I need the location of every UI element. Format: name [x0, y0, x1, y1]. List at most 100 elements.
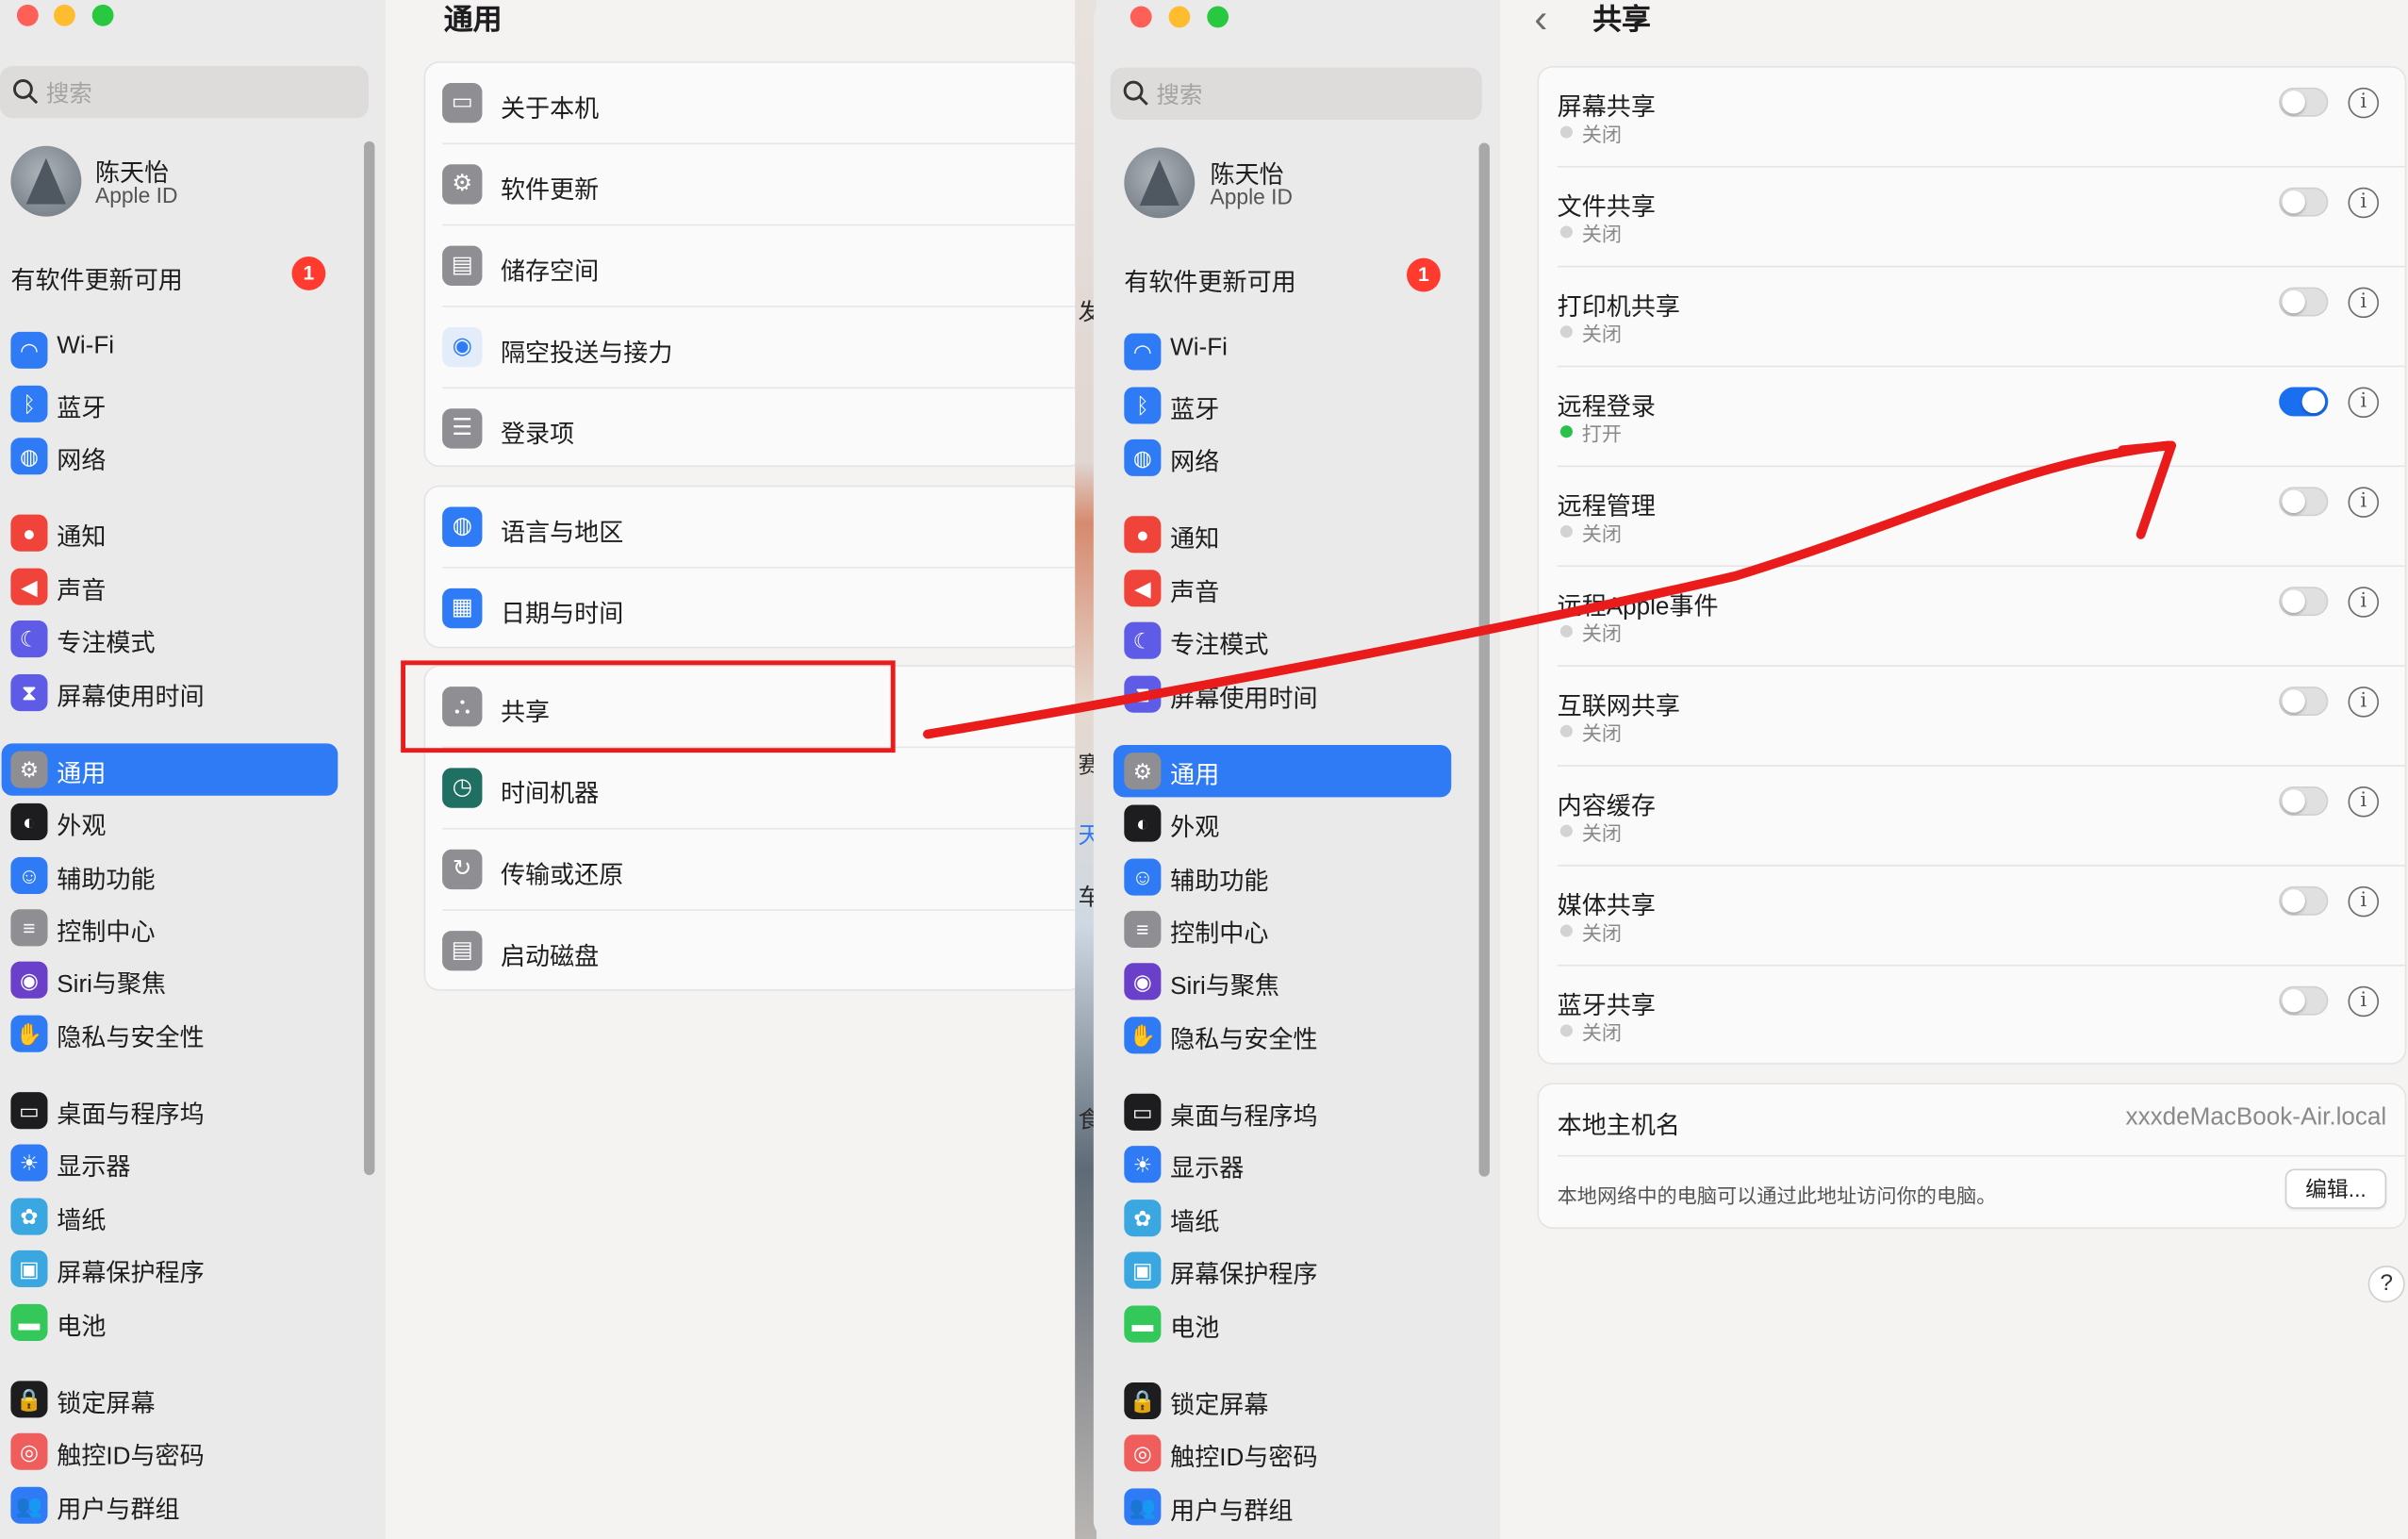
general-item-储存空间[interactable]: ▤ 储存空间 [425, 225, 1083, 307]
sidebar-item-锁定屏幕[interactable]: 🔒 锁定屏幕 [0, 1373, 386, 1425]
service-status: 打开 [1581, 422, 1623, 446]
service-toggle[interactable] [2279, 87, 2329, 117]
sidebar-item-声音[interactable]: ◀ 声音 [1094, 562, 1501, 614]
sidebar-item-外观[interactable]: ◐ 外观 [1094, 797, 1501, 849]
sidebar-item-用户与群组[interactable]: 👥 用户与群组 [1094, 1481, 1501, 1532]
service-toggle[interactable] [2279, 786, 2329, 816]
help-button[interactable]: ? [2367, 1266, 2405, 1303]
service-toggle[interactable] [2279, 885, 2329, 916]
sidebar-item-辅助功能[interactable]: ☺ 辅助功能 [1094, 851, 1501, 902]
info-icon[interactable]: i [2348, 387, 2380, 419]
zoom-button[interactable] [1207, 6, 1229, 28]
minimize-button[interactable] [54, 4, 75, 26]
sidebar-item-桌面与程序坞[interactable]: ▭ 桌面与程序坞 [1094, 1086, 1501, 1138]
service-toggle[interactable] [2279, 985, 2329, 1016]
sidebar-item-屏幕使用时间[interactable]: ⧗ 屏幕使用时间 [0, 667, 386, 719]
sidebar-item-wi-fi[interactable]: ◠ Wi-Fi [0, 324, 386, 376]
sidebar-item-显示器[interactable]: ☀ 显示器 [1094, 1138, 1501, 1190]
service-toggle[interactable] [2279, 587, 2329, 617]
info-icon[interactable]: i [2348, 87, 2380, 119]
sidebar-item-显示器[interactable]: ☀ 显示器 [0, 1136, 386, 1188]
sidebar-item-用户与群组[interactable]: 👥 用户与群组 [0, 1480, 386, 1531]
service-toggle[interactable] [2279, 287, 2329, 317]
service-toggle[interactable] [2279, 487, 2329, 517]
globe-icon: ◍ [10, 438, 48, 475]
sidebar-item-网络[interactable]: ◍ 网络 [1094, 432, 1501, 484]
close-button[interactable] [1130, 6, 1152, 28]
info-icon[interactable]: i [2348, 786, 2380, 818]
info-icon[interactable]: i [2348, 885, 2380, 918]
general-item-语言与地区[interactable]: ◍ 语言与地区 [425, 487, 1083, 569]
sidebar-item-专注模式[interactable]: ☾ 专注模式 [0, 613, 386, 665]
sidebar-item-电池[interactable]: ▬ 电池 [1094, 1298, 1501, 1349]
edit-hostname-button[interactable]: 编辑... [2284, 1168, 2387, 1209]
service-toggle[interactable] [2279, 187, 2329, 217]
software-update-available[interactable]: 有软件更新可用 [10, 259, 182, 296]
general-item-传输或还原[interactable]: ↻ 传输或还原 [425, 830, 1083, 911]
service-toggle[interactable] [2279, 387, 2329, 417]
sidebar-item-屏幕使用时间[interactable]: ⧗ 屏幕使用时间 [1094, 669, 1501, 720]
info-icon[interactable]: i [2348, 587, 2380, 618]
sidebar-item-隐私与安全性[interactable]: ✋ 隐私与安全性 [0, 1008, 386, 1060]
sidebar-item-桌面与程序坞[interactable]: ▭ 桌面与程序坞 [0, 1084, 386, 1136]
info-icon[interactable]: i [2348, 187, 2380, 219]
hand-icon: ✋ [10, 1015, 48, 1052]
hostname-card: 本地主机名 xxxdeMacBook-Air.local 本地网络中的电脑可以通… [1537, 1083, 2407, 1230]
service-toggle[interactable] [2279, 687, 2329, 717]
sidebar-item-锁定屏幕[interactable]: 🔒 锁定屏幕 [1094, 1375, 1501, 1427]
sidebar-item-声音[interactable]: ◀ 声音 [0, 561, 386, 613]
sidebar-item-隐私与安全性[interactable]: ✋ 隐私与安全性 [1094, 1009, 1501, 1061]
sidebar-item-wi-fi[interactable]: ◠ Wi-Fi [1094, 325, 1501, 377]
speaker-icon: ◀ [10, 568, 48, 605]
general-item-时间机器[interactable]: ◷ 时间机器 [425, 748, 1083, 830]
sidebar-scrollbar[interactable] [364, 141, 375, 1176]
sidebar-item-控制中心[interactable]: ≡ 控制中心 [0, 902, 386, 953]
sidebar-item-siri与聚焦[interactable]: ◉ Siri与聚焦 [1094, 955, 1501, 1007]
sidebar-item-外观[interactable]: ◐ 外观 [0, 796, 386, 848]
sidebar-scrollbar[interactable] [1478, 142, 1490, 1177]
toggle-knob [2282, 290, 2305, 314]
sidebar-item-控制中心[interactable]: ≡ 控制中心 [1094, 903, 1501, 955]
general-item-登录项[interactable]: ☰ 登录项 [425, 389, 1082, 470]
sidebar-item-触控id与密码[interactable]: ◎ 触控ID与密码 [0, 1426, 386, 1478]
search-field[interactable]: 搜索 [0, 66, 369, 119]
search-field[interactable]: 搜索 [1110, 67, 1482, 121]
sidebar-item-墙纸[interactable]: ✿ 墙纸 [0, 1190, 386, 1242]
sidebar-item-siri与聚焦[interactable]: ◉ Siri与聚焦 [0, 954, 386, 1006]
minimize-button[interactable] [1168, 6, 1191, 28]
sidebar-item-屏幕保护程序[interactable]: ▣ 屏幕保护程序 [0, 1243, 386, 1295]
sidebar-item-电池[interactable]: ▬ 电池 [0, 1297, 386, 1349]
dock-icon: ▭ [1124, 1093, 1162, 1131]
sidebar-item-网络[interactable]: ◍ 网络 [0, 430, 386, 482]
sidebar-item-通知[interactable]: ● 通知 [0, 507, 386, 559]
general-item-label: 传输或还原 [500, 863, 624, 890]
bluetooth-icon: ᛒ [10, 385, 48, 422]
sidebar-item-蓝牙[interactable]: ᛒ 蓝牙 [1094, 379, 1501, 431]
info-icon[interactable]: i [2348, 487, 2380, 518]
sidebar-item-通知[interactable]: ● 通知 [1094, 508, 1501, 560]
general-item-隔空投送与接力[interactable]: ◉ 隔空投送与接力 [425, 307, 1083, 389]
avatar [1124, 147, 1196, 219]
info-icon[interactable]: i [2348, 687, 2380, 718]
sidebar-item-label: 专注模式 [1170, 633, 1269, 659]
sidebar-item-屏幕保护程序[interactable]: ▣ 屏幕保护程序 [1094, 1244, 1501, 1296]
sidebar-item-通用[interactable]: ⚙ 通用 [0, 743, 386, 795]
sidebar-item-触控id与密码[interactable]: ◎ 触控ID与密码 [1094, 1427, 1501, 1479]
sidebar-item-墙纸[interactable]: ✿ 墙纸 [1094, 1192, 1501, 1244]
general-item-启动磁盘[interactable]: ▤ 启动磁盘 [425, 911, 1082, 992]
bell-icon: ● [10, 514, 48, 552]
info-icon[interactable]: i [2348, 985, 2380, 1018]
toggle-knob [2282, 689, 2305, 713]
info-icon[interactable]: i [2348, 287, 2380, 319]
general-item-日期与时间[interactable]: ▦ 日期与时间 [425, 569, 1082, 650]
sidebar-item-专注模式[interactable]: ☾ 专注模式 [1094, 615, 1501, 667]
close-button[interactable] [16, 4, 39, 26]
sidebar-item-辅助功能[interactable]: ☺ 辅助功能 [0, 850, 386, 902]
back-button[interactable]: ‹ [1534, 0, 1547, 39]
zoom-button[interactable] [91, 4, 114, 26]
sidebar-item-蓝牙[interactable]: ᛒ 蓝牙 [0, 378, 386, 430]
general-item-软件更新[interactable]: ⚙ 软件更新 [425, 144, 1083, 226]
software-update-available[interactable]: 有软件更新可用 [1124, 261, 1295, 298]
sidebar-item-通用[interactable]: ⚙ 通用 [1094, 745, 1501, 797]
general-item-关于本机[interactable]: ▭ 关于本机 [425, 63, 1083, 145]
